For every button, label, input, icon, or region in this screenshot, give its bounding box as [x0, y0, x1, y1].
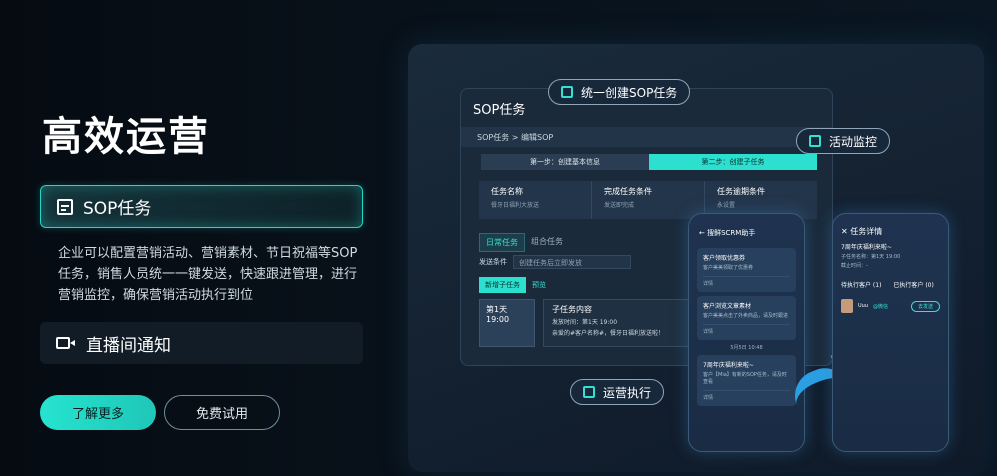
- subtask-tabs: 新增子任务 预览: [479, 277, 552, 293]
- notice-text: 客户【Mia】有新的SOP任务，请及时查看: [703, 372, 787, 385]
- phone-assistant: ← 搜鲜SCRM助手 客户领取优惠券 客户美美领取了优惠券 详情 客户浏览文章素…: [688, 213, 805, 452]
- condition-value: 永设置: [717, 202, 736, 209]
- list-icon: [809, 135, 821, 147]
- notice-card[interactable]: 7周年庆福利来啦~ 客户【Mia】有新的SOP任务，请及时查看 详情: [697, 355, 796, 406]
- subtask-text: 亲爱的#客户名称#，餐牙日福利放送啦！: [552, 330, 665, 337]
- customer-tabs: 待执行客户 (1) 已执行客户 (0): [833, 270, 948, 293]
- tab-done-customers[interactable]: 已执行客户 (0): [893, 280, 933, 289]
- learn-more-button[interactable]: 了解更多: [40, 395, 156, 430]
- notice-text: 客户美美领取了优惠券: [703, 265, 754, 271]
- phone-task-detail: ✕ 任务详情 7周年庆福利来啦~ 子任务名称：第1天 19:00 截止时间：- …: [832, 213, 949, 452]
- page-title: 高效运营: [42, 114, 210, 160]
- feature-live-notify-label: 直播间通知: [86, 335, 171, 356]
- condition-label: 任务名称: [491, 187, 523, 196]
- send-condition-row: 发送条件 创建任务后立即发放: [479, 255, 631, 269]
- tab-pending-customers[interactable]: 待执行客户 (1): [841, 280, 881, 289]
- subtask-time: 发放时间：第1天 19:00: [552, 319, 618, 326]
- customer-tag: @微信: [873, 303, 889, 310]
- create-sop-pill: 统一创建SOP任务: [548, 79, 691, 105]
- execute-label: 运营执行: [603, 385, 652, 400]
- send-condition-label: 发送条件: [479, 258, 507, 266]
- phone-assistant-header: ← 搜鲜SCRM助手: [699, 229, 756, 237]
- feature-sop-task-label: SOP任务: [83, 199, 152, 219]
- send-button[interactable]: 去发送: [910, 300, 940, 312]
- tab-daily[interactable]: 日常任务: [479, 233, 525, 252]
- tab-combo[interactable]: 组合任务: [525, 233, 569, 252]
- send-condition-select[interactable]: 创建任务后立即发放: [513, 255, 631, 269]
- notice-card[interactable]: 客户浏览文章素材 客户美美点击了外卖商品，请及时跟进 详情: [697, 296, 796, 340]
- feature-live-notify[interactable]: 直播间通知: [40, 322, 363, 364]
- task-detail-title: ✕ 任务详情: [841, 227, 883, 236]
- customer-row: Uuu @微信 去发送: [833, 293, 948, 319]
- subtask-title: 子任务内容: [552, 305, 592, 314]
- breadcrumb: SOP任务 > 编辑SOP: [461, 127, 832, 147]
- notice-card[interactable]: 客户领取优惠券 客户美美领取了优惠券 详情: [697, 248, 796, 292]
- step-1[interactable]: 第一步：创建基本信息: [481, 154, 649, 170]
- task-tabs: 日常任务 组合任务: [479, 233, 569, 252]
- step-2[interactable]: 第二步：创建子任务: [649, 154, 817, 170]
- avatar: [841, 299, 853, 313]
- condition-value: 餐牙日福利大放送: [491, 202, 540, 209]
- sop-panel-title: SOP任务: [473, 103, 526, 118]
- subtask-card[interactable]: 子任务内容 发放时间：第1天 19:00 亲爱的#客户名称#，餐牙日福利放送啦！: [543, 299, 709, 347]
- day-slot[interactable]: 第1天 19:00: [479, 299, 535, 347]
- task-detail-sub2: 截止时间：-: [841, 263, 868, 269]
- notice-title: 客户领取优惠券: [703, 255, 746, 262]
- step-bar: 第一步：创建基本信息 第二步：创建子任务: [481, 154, 817, 170]
- message-date: 5月5日 10:48: [730, 345, 763, 351]
- feature-sop-task[interactable]: SOP任务: [40, 185, 363, 228]
- chart-icon: [583, 386, 595, 398]
- customer-name: Uuu: [858, 303, 868, 309]
- monitor-pill: 活动监控: [796, 128, 891, 154]
- notice-detail-link[interactable]: 详情: [703, 324, 790, 335]
- condition-label: 完成任务条件: [604, 187, 652, 196]
- execute-pill: 运营执行: [570, 379, 665, 405]
- preview-button[interactable]: 预览: [526, 277, 552, 293]
- notice-title: 7周年庆福利来啦~: [703, 362, 754, 369]
- task-detail-name: 7周年庆福利来啦~: [841, 244, 892, 251]
- feature-description: 企业可以配置营销活动、营销素材、节日祝福等SOP任务，销售人员统一一键发送，快速…: [58, 246, 358, 303]
- condition-label: 任务逾期条件: [717, 187, 765, 196]
- notice-detail-link[interactable]: 详情: [703, 276, 790, 287]
- clipboard-icon: [561, 86, 573, 98]
- free-trial-button[interactable]: 免费试用: [164, 395, 280, 430]
- condition-value: 发送即完成: [604, 202, 635, 209]
- notice-text: 客户美美点击了外卖商品，请及时跟进: [703, 313, 789, 319]
- video-camera-icon: [56, 337, 75, 349]
- monitor-label: 活动监控: [829, 134, 878, 149]
- notice-title: 客户浏览文章素材: [703, 303, 752, 310]
- sop-task-icon: [57, 198, 73, 215]
- task-detail-sub1: 子任务名称：第1天 19:00: [841, 254, 901, 260]
- new-subtask-button[interactable]: 新增子任务: [479, 277, 526, 293]
- condition-item: 任务名称 餐牙日福利大放送: [479, 181, 592, 219]
- notice-detail-link[interactable]: 详情: [703, 390, 790, 401]
- create-sop-label: 统一创建SOP任务: [581, 85, 678, 100]
